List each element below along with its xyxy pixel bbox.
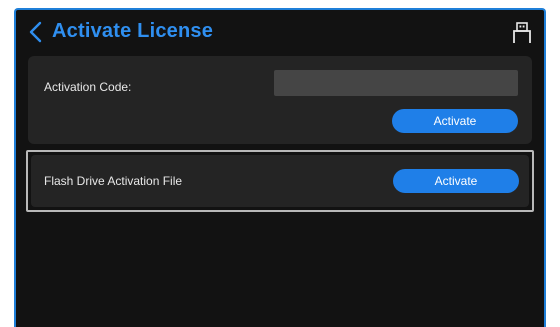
page-title: Activate License <box>52 20 214 42</box>
activation-code-input[interactable] <box>274 70 518 96</box>
app-window: Activate License Activation Code: Activa… <box>14 8 546 327</box>
activation-code-label: Activation Code: <box>44 80 132 94</box>
header-bar: Activate License <box>16 10 544 54</box>
activation-code-panel: Activation Code: Activate <box>28 56 532 144</box>
flash-drive-panel[interactable]: Flash Drive Activation File Activate <box>31 155 529 207</box>
flash-drive-label: Flash Drive Activation File <box>44 174 183 188</box>
chevron-left-icon[interactable] <box>28 21 44 43</box>
activate-code-button[interactable]: Activate <box>392 109 518 133</box>
usb-drive-icon <box>513 22 531 43</box>
activate-flash-drive-button[interactable]: Activate <box>393 169 519 193</box>
flash-drive-selection-frame: Flash Drive Activation File Activate <box>26 150 534 212</box>
